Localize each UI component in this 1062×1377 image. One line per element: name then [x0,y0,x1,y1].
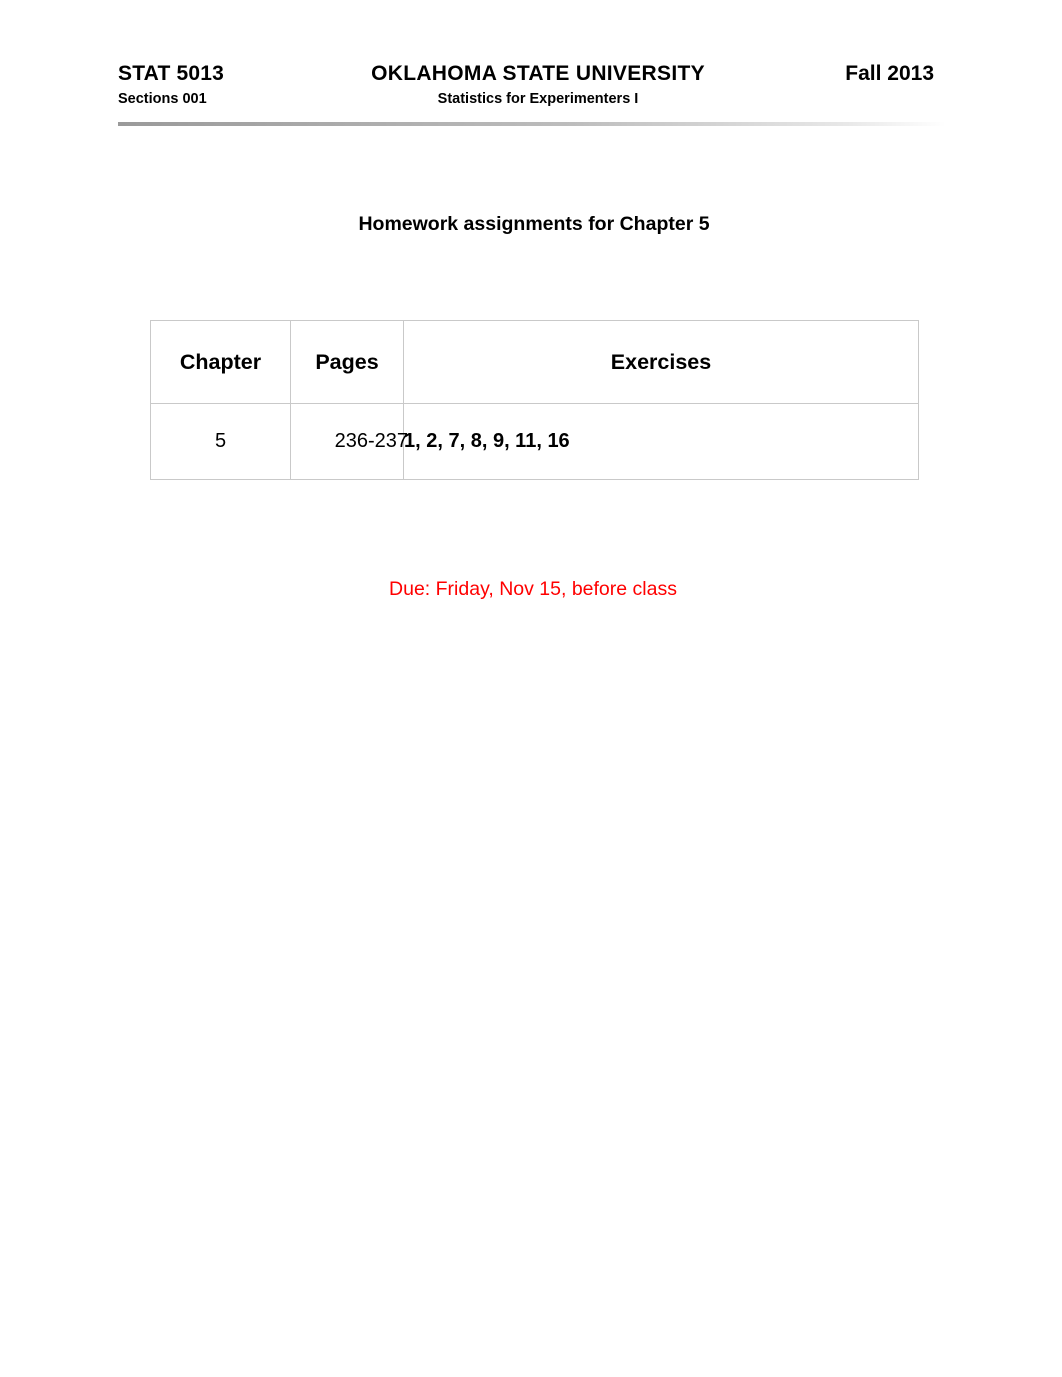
column-header-exercises: Exercises [403,320,919,404]
cell-chapter: 5 [150,403,291,480]
homework-table: Chapter Pages Exercises 5 236-237 1, 2, … [150,320,919,480]
term-label: Fall 2013 [845,62,934,85]
cell-exercises: 1, 2, 7, 8, 9, 11, 16 [403,403,919,480]
cell-pages: 236-237 [295,403,409,480]
document-header: STAT 5013 OKLAHOMA STATE UNIVERSITY Fall… [118,62,946,113]
header-bottom-row: Sections 001 Statistics for Experimenter… [118,91,946,113]
course-subtitle: Statistics for Experimenters I [437,91,639,107]
header-divider [118,122,946,126]
due-date-note: Due: Friday, Nov 15, before class [389,578,677,600]
column-header-pages: Pages [290,320,404,404]
table-row: 5 236-237 1, 2, 7, 8, 9, 11, 16 [150,403,919,480]
header-top-row: STAT 5013 OKLAHOMA STATE UNIVERSITY Fall… [118,62,946,88]
column-header-chapter: Chapter [150,320,291,404]
university-name: OKLAHOMA STATE UNIVERSITY [371,62,705,85]
page-title: Homework assignments for Chapter 5 [358,213,710,235]
table-header-row: Chapter Pages Exercises [150,320,919,404]
